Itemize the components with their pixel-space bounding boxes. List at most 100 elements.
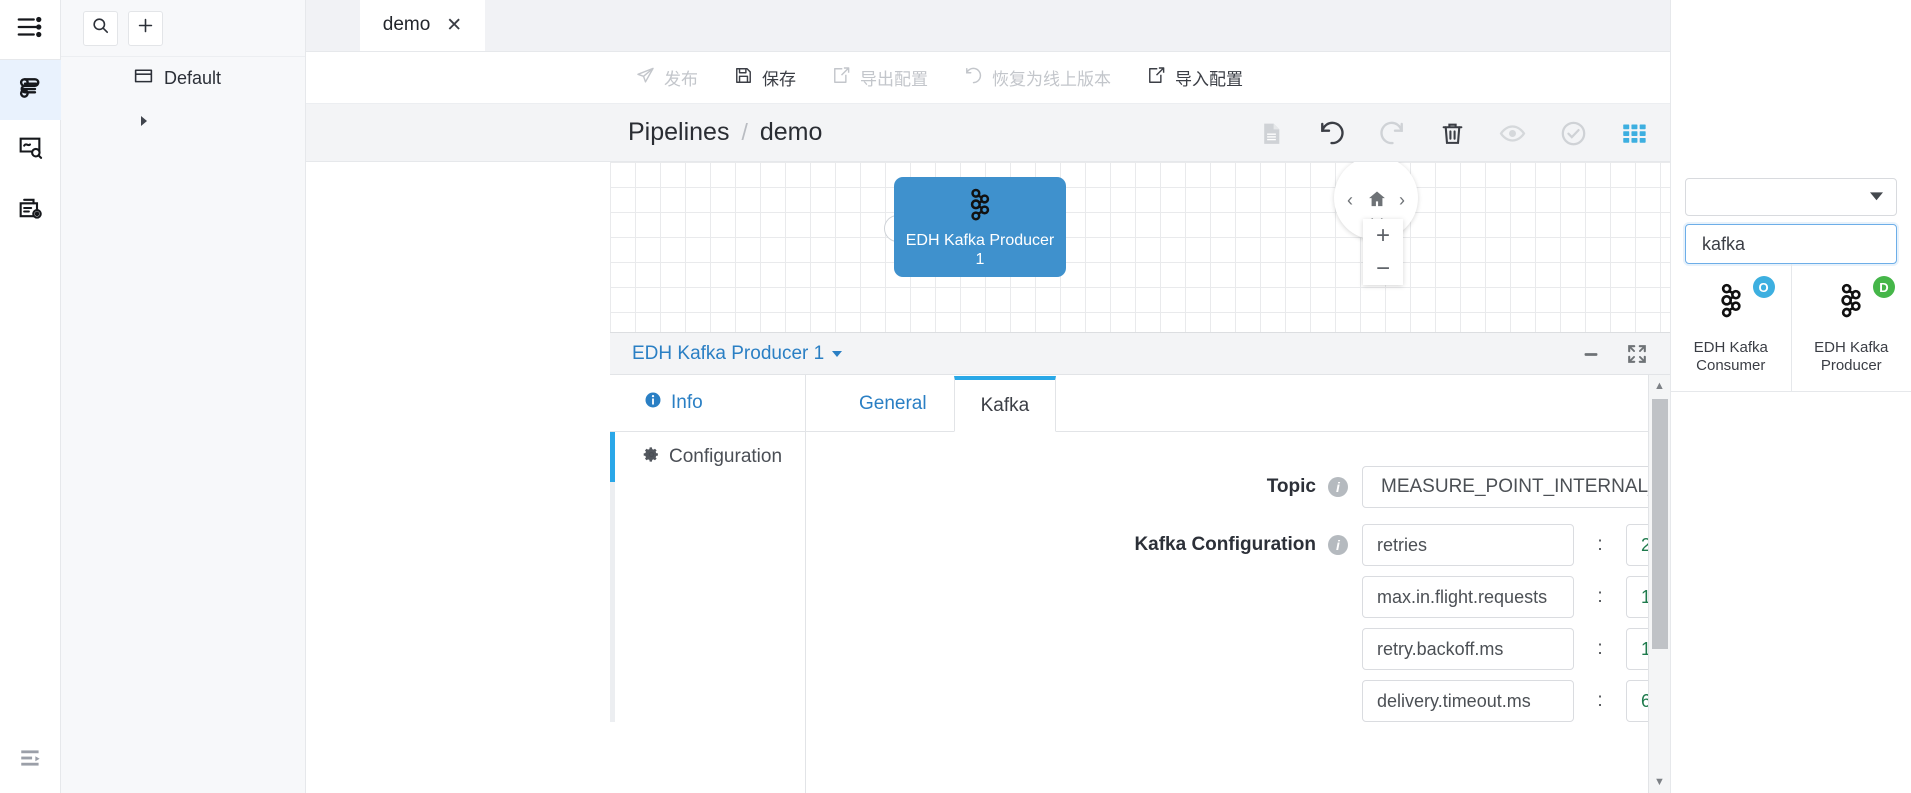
export-config-label: 导出配置 xyxy=(860,65,928,90)
zoom-out-button[interactable]: − xyxy=(1363,252,1403,285)
kv-separator: : xyxy=(1574,524,1626,566)
zoom-in-button[interactable]: + xyxy=(1363,219,1403,252)
kafka-icon xyxy=(961,186,999,229)
topic-control: MEASURE_POINT_INTERNAL_o15520323695671 xyxy=(1362,460,1670,508)
rail-item-pipelines[interactable] xyxy=(0,60,61,120)
document-tabstrip: demo ✕ xyxy=(306,0,1670,52)
kv-key-input[interactable]: retries xyxy=(1362,524,1574,566)
kafka-configuration-rows: retries : 2147483647 − max.in.flight. xyxy=(1362,518,1670,732)
tab-kafka-label: Kafka xyxy=(981,395,1030,417)
kafka-icon xyxy=(1831,278,1871,329)
status-badge: O xyxy=(1753,276,1775,298)
config-tabs: General Kafka xyxy=(806,375,1670,432)
publish-button[interactable]: 发布 xyxy=(636,65,698,90)
import-config-button[interactable]: 导入配置 xyxy=(1147,65,1243,90)
import-icon xyxy=(1147,66,1166,90)
config-nav-configuration[interactable]: Configuration xyxy=(610,432,805,482)
gear-icon xyxy=(643,446,660,469)
pipeline-node-edh-kafka-producer-1[interactable]: EDH Kafka Producer 1 xyxy=(894,177,1066,277)
topic-label-group: Topic i xyxy=(806,460,1362,508)
kafka-icon xyxy=(1711,278,1751,329)
export-icon xyxy=(832,66,851,90)
palette-top-spacer xyxy=(1671,0,1911,178)
collapse-sidebar-button[interactable] xyxy=(0,735,61,785)
rail-item-monitor[interactable] xyxy=(0,120,61,180)
restore-online-label: 恢复为线上版本 xyxy=(992,65,1111,90)
config-nav-spacer xyxy=(610,482,805,722)
eye-icon[interactable] xyxy=(1499,120,1526,147)
config-nav-info-label: Info xyxy=(671,392,703,414)
check-circle-icon[interactable] xyxy=(1560,120,1587,147)
folder-icon xyxy=(133,65,154,91)
component-palette: ✕ O EDH Kafka Consumer D xyxy=(1670,0,1911,793)
application-root: Default demo ✕ 发布 xyxy=(0,0,1911,793)
kv-key-input[interactable]: max.in.flight.requests xyxy=(1362,576,1574,618)
topic-info-icon[interactable]: i xyxy=(1328,477,1348,497)
kafka-configuration-info-icon[interactable]: i xyxy=(1328,535,1348,555)
kv-row: retry.backoff.ms : 100 − xyxy=(1362,628,1670,670)
status-badge: D xyxy=(1873,276,1895,298)
scroll-down-arrow[interactable]: ▼ xyxy=(1649,771,1670,793)
kv-row: max.in.flight.requests : 1 − xyxy=(1362,576,1670,618)
rail-item-jobs[interactable] xyxy=(0,180,61,240)
tab-kafka[interactable]: Kafka xyxy=(954,376,1057,432)
form-row-kafka-configuration: Kafka Configuration i retries : 21474836… xyxy=(806,518,1670,732)
config-nav-info[interactable]: Info xyxy=(610,375,805,432)
left-icon-rail xyxy=(0,0,61,793)
tree-search-button[interactable] xyxy=(83,11,118,46)
kv-key-input[interactable]: retry.backoff.ms xyxy=(1362,628,1574,670)
canvas-zoom-controls: + − xyxy=(1363,219,1403,285)
save-button[interactable]: 保存 xyxy=(734,65,796,90)
tree-add-button[interactable] xyxy=(128,11,163,46)
config-content: General Kafka Topic i xyxy=(806,375,1670,793)
config-panel-header-actions xyxy=(1580,343,1648,365)
document-icon[interactable] xyxy=(1259,121,1284,146)
pipelines-icon xyxy=(15,73,45,108)
kv-key-input[interactable]: delivery.timeout.ms xyxy=(1362,680,1574,722)
restore-online-button[interactable]: 恢复为线上版本 xyxy=(964,65,1111,90)
document-tab-demo[interactable]: demo ✕ xyxy=(360,0,485,51)
tree-item-default[interactable]: Default xyxy=(61,57,305,99)
kafka-configuration-label-group: Kafka Configuration i xyxy=(806,518,1362,566)
fullscreen-icon[interactable] xyxy=(1626,343,1648,365)
pan-right-icon[interactable]: › xyxy=(1392,190,1412,210)
breadcrumb-current: demo xyxy=(760,118,823,147)
palette-type-select[interactable] xyxy=(1685,178,1897,216)
config-scrollbar[interactable]: ▲ ▼ xyxy=(1648,375,1670,793)
palette-item-label: EDH Kafka Producer xyxy=(1798,339,1906,375)
tab-general[interactable]: General xyxy=(832,375,954,431)
redo-icon[interactable] xyxy=(1379,120,1406,147)
main-area: demo ✕ 发布 保存 xyxy=(306,0,1670,793)
palette-item-edh-kafka-consumer[interactable]: O EDH Kafka Consumer xyxy=(1671,264,1791,391)
palette-search[interactable]: ✕ xyxy=(1685,224,1897,264)
scrollbar-thumb[interactable] xyxy=(1652,399,1668,649)
rail-item-projects[interactable] xyxy=(0,0,61,60)
chevron-down-icon[interactable] xyxy=(832,351,842,357)
config-side-nav: Info Configuration xyxy=(610,375,806,793)
close-icon[interactable]: ✕ xyxy=(446,14,462,37)
grid-apps-icon[interactable] xyxy=(1621,120,1648,147)
pan-left-icon[interactable]: ‹ xyxy=(1340,190,1360,210)
project-tree-panel: Default xyxy=(61,0,306,793)
scroll-up-arrow[interactable]: ▲ xyxy=(1649,375,1670,397)
home-icon[interactable] xyxy=(1366,188,1388,210)
palette-item-edh-kafka-producer[interactable]: D EDH Kafka Producer xyxy=(1791,264,1911,391)
publish-icon xyxy=(636,66,655,90)
pipeline-canvas[interactable]: EDH Kafka Producer 1 ‹ › xyxy=(610,162,1670,332)
palette-search-input[interactable] xyxy=(1702,234,1911,255)
export-config-button[interactable]: 导出配置 xyxy=(832,65,928,90)
import-config-label: 导入配置 xyxy=(1175,65,1243,90)
node-config-panel: EDH Kafka Producer 1 xyxy=(610,332,1670,793)
breadcrumb-bar: Pipelines / demo xyxy=(306,104,1670,162)
topic-select[interactable]: MEASURE_POINT_INTERNAL_o15520323695671 xyxy=(1362,466,1670,508)
info-icon xyxy=(644,391,662,415)
tree-expand-arrow[interactable] xyxy=(141,116,147,126)
minimize-icon[interactable] xyxy=(1580,343,1602,365)
config-panel-title[interactable]: EDH Kafka Producer 1 xyxy=(632,343,824,365)
canvas-and-panel: EDH Kafka Producer 1 ‹ › xyxy=(306,162,1670,793)
save-icon xyxy=(734,66,753,90)
undo-icon[interactable] xyxy=(1318,120,1345,147)
trash-icon[interactable] xyxy=(1440,121,1465,146)
breadcrumb-parent[interactable]: Pipelines xyxy=(628,118,729,147)
search-icon xyxy=(91,16,110,40)
